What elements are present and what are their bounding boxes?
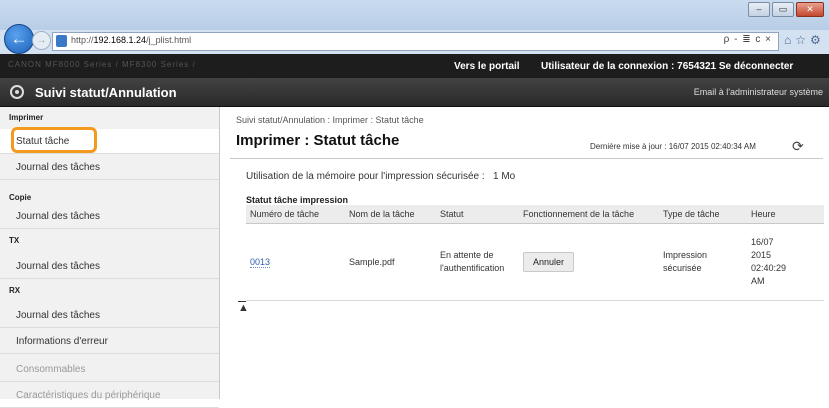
table-header-row: Numéro de tâche Nom de la tâche Statut F… (246, 205, 824, 224)
sidebar-item-journal-imprimer[interactable]: Journal des tâches (0, 155, 219, 180)
col-job-number: Numéro de tâche (246, 205, 345, 224)
app-title: Suivi statut/Annulation (35, 85, 177, 100)
address-bar[interactable]: http://192.168.1.24/j_plist.html ρ - ≣ c… (52, 32, 779, 51)
sidebar-item-caracteristiques[interactable]: Caractéristiques du périphérique (0, 383, 219, 408)
col-time: Heure (747, 205, 824, 224)
memory-usage: Utilisation de la mémoire pour l'impress… (246, 171, 516, 182)
page-title: Imprimer : Statut tâche (236, 132, 400, 149)
cancel-button[interactable]: Annuler (523, 252, 575, 272)
sidebar-section-copie: Copie (9, 193, 32, 202)
title-divider (230, 158, 823, 159)
active-item-highlight (11, 127, 97, 153)
close-window-button[interactable]: ✕ (796, 2, 824, 17)
status-cell: En attente de l'authentification (436, 223, 519, 301)
sidebar-item-journal-tx[interactable]: Journal des tâches (0, 254, 219, 279)
top-bar: CANON MF8000 Series / MF8300 Series / Ve… (0, 54, 829, 78)
home-star-gear-icons[interactable]: ⌂☆⚙ (784, 33, 825, 47)
last-update: Dernière mise à jour : 16/07 2015 02:40:… (590, 142, 756, 151)
address-controls[interactable]: ρ - ≣ c × (724, 34, 772, 45)
window-controls: – ▭ ✕ (748, 2, 824, 17)
device-brand: CANON MF8000 Series / MF8300 Series / (8, 60, 196, 69)
sidebar-item-consommables[interactable]: Consommables (0, 357, 219, 382)
status-monitor-icon (10, 85, 24, 99)
page-icon (56, 35, 67, 47)
col-status: Statut (436, 205, 519, 224)
back-to-top-icon[interactable]: ▲ (238, 301, 249, 314)
app-title-bar: Suivi statut/Annulation Email à l'admini… (0, 78, 829, 107)
sidebar-section-imprimer: Imprimer (9, 113, 44, 122)
type-cell: Impression sécurisée (659, 223, 747, 301)
job-number-link[interactable]: 0013 (250, 257, 271, 268)
col-operation: Fonctionnement de la tâche (519, 205, 659, 224)
breadcrumb: Suivi statut/Annulation : Imprimer : Sta… (236, 115, 424, 125)
sidebar-item-informations-erreur[interactable]: Informations d'erreur (0, 329, 219, 354)
table-caption: Statut tâche impression (246, 195, 349, 205)
refresh-icon[interactable]: ⟳ (792, 138, 804, 155)
sidebar-section-tx: TX (9, 236, 20, 245)
time-cell: 16/07 2015 02:40:29 AM (747, 223, 824, 301)
table-row: 0013 Sample.pdf En attente de l'authentif… (246, 223, 824, 301)
col-type: Type de tâche (659, 205, 747, 224)
browser-nav-bar: ← → http://192.168.1.24/j_plist.html ρ -… (0, 24, 829, 54)
back-button[interactable]: ← (4, 24, 34, 54)
portal-link[interactable]: Vers le portail (454, 61, 520, 72)
job-number-cell: 0013 (246, 223, 345, 301)
forward-button[interactable]: → (32, 31, 51, 50)
url-text[interactable]: http://192.168.1.24/j_plist.html (71, 35, 191, 45)
email-admin-link[interactable]: Email à l'administrateur système (694, 87, 823, 97)
operation-cell: Annuler (519, 223, 659, 301)
minimize-button[interactable]: – (748, 2, 770, 17)
job-status-table: Numéro de tâche Nom de la tâche Statut F… (246, 205, 824, 301)
sidebar-item-journal-copie[interactable]: Journal des tâches (0, 204, 219, 229)
job-name-cell: Sample.pdf (345, 223, 436, 301)
sidebar-item-journal-rx[interactable]: Journal des tâches (0, 303, 219, 328)
user-info[interactable]: Utilisateur de la connexion : 7654321 Se… (541, 61, 793, 72)
sidebar-section-rx: RX (9, 286, 21, 295)
browser-title-bar: – ▭ ✕ (0, 0, 829, 30)
maximize-button[interactable]: ▭ (772, 2, 794, 17)
col-job-name: Nom de la tâche (345, 205, 436, 224)
